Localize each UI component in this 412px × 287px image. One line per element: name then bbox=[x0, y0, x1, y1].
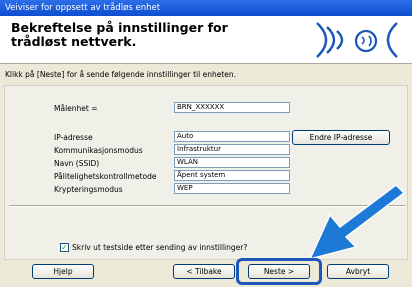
header-banner: Bekreftelse på innstillinger for trådløs… bbox=[0, 16, 412, 64]
next-button[interactable]: Neste > bbox=[248, 264, 310, 279]
pointer-arrow-icon bbox=[308, 185, 406, 261]
communication-mode-value: Infrastruktur bbox=[174, 144, 290, 155]
target-device-label: Målenhet = bbox=[54, 104, 98, 113]
print-test-page-checkbox[interactable]: ✓ bbox=[60, 243, 69, 252]
authentication-method-value: Åpent system bbox=[174, 170, 290, 181]
back-button[interactable]: < Tilbake bbox=[173, 264, 235, 279]
encryption-mode-label: Krypteringsmodus bbox=[54, 185, 123, 194]
wizard-window: Veiviser for oppsett av trådløs enhet Be… bbox=[0, 0, 412, 287]
cancel-button[interactable]: Avbryt bbox=[327, 264, 389, 279]
wireless-logo-icon bbox=[316, 22, 398, 58]
ssid-label: Navn (SSID) bbox=[54, 159, 100, 168]
instructions-text: Klikk på [Neste] for å sende følgende in… bbox=[5, 70, 237, 79]
authentication-method-label: Pålitelighetskontrollmetode bbox=[54, 172, 157, 181]
communication-mode-label: Kommunikasjonsmodus bbox=[54, 146, 143, 155]
ip-address-label: IP-adresse bbox=[54, 133, 93, 142]
page-title: Bekreftelse på innstillinger for trådløs… bbox=[11, 20, 228, 49]
print-test-page-label: Skriv ut testside etter sending av innst… bbox=[72, 243, 248, 252]
target-device-value: BRN_XXXXXX bbox=[174, 102, 290, 113]
encryption-mode-value: WEP bbox=[174, 183, 290, 194]
help-button[interactable]: Hjelp bbox=[32, 264, 94, 279]
ssid-value: WLAN bbox=[174, 157, 290, 168]
change-ip-button[interactable]: Endre IP-adresse bbox=[292, 130, 390, 145]
window-title: Veiviser for oppsett av trådløs enhet bbox=[0, 0, 412, 16]
ip-address-value: Auto bbox=[174, 131, 290, 142]
